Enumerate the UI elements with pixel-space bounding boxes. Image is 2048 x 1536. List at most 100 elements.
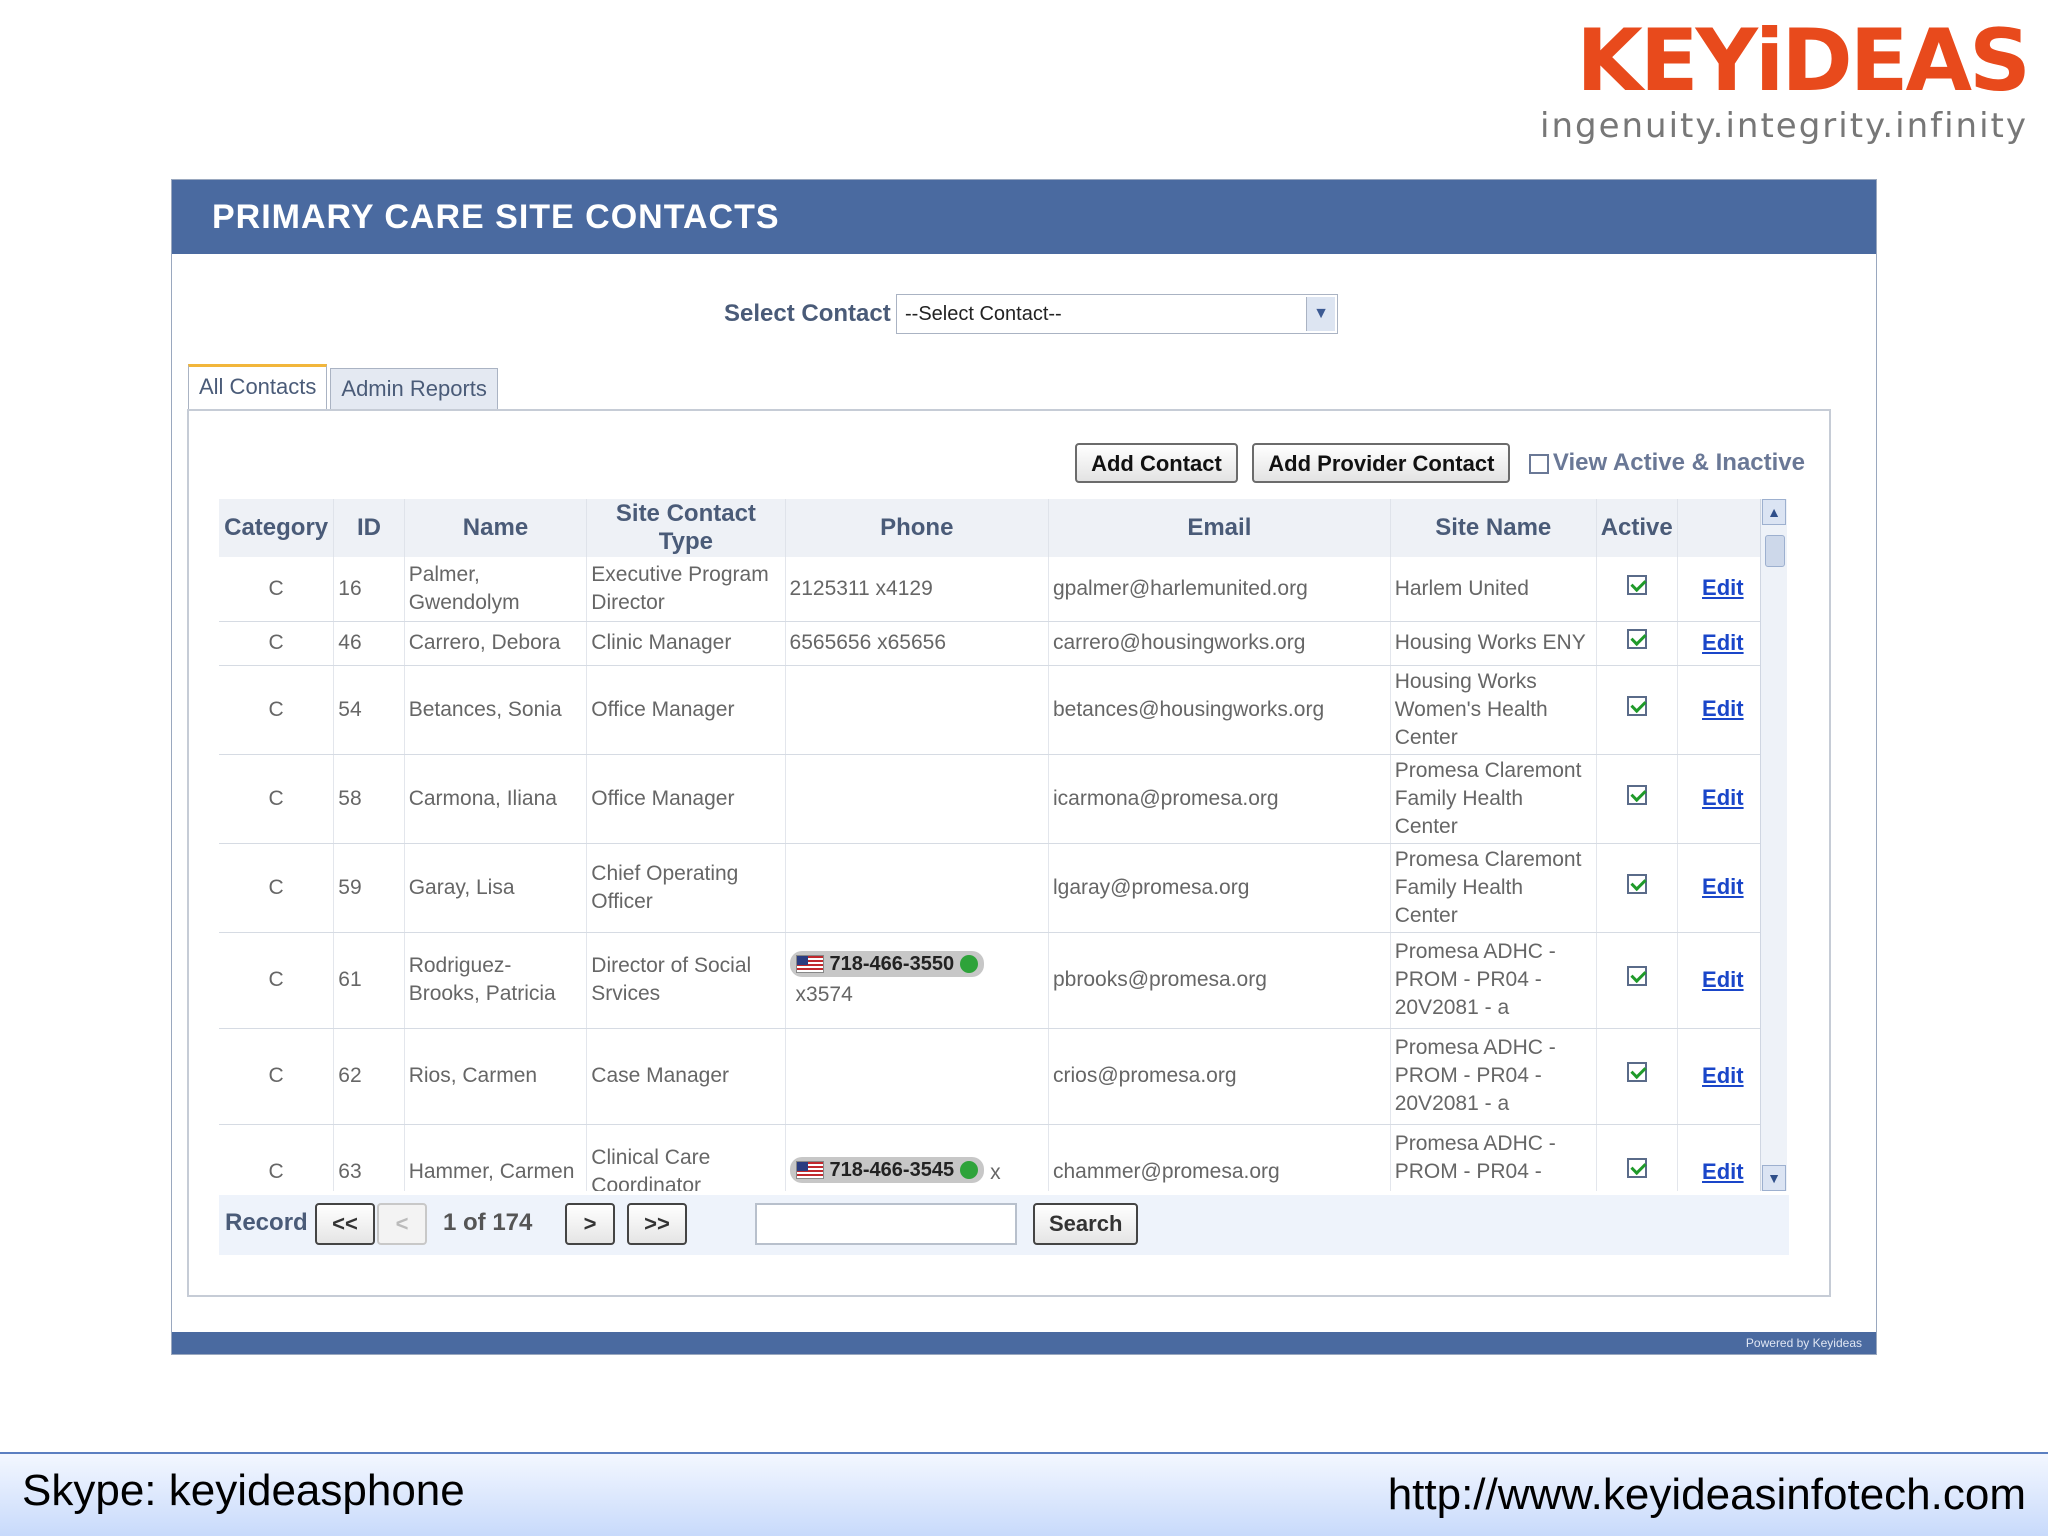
toolbar: Add Contact Add Provider Contact View Ac… bbox=[1065, 443, 1805, 487]
table-row[interactable]: C 59 Garay, Lisa Chief Operating Officer lga… bbox=[219, 843, 1770, 933]
cell-edit: Edit bbox=[1677, 1028, 1770, 1125]
edit-link[interactable]: Edit bbox=[1702, 575, 1744, 600]
add-contact-button[interactable]: Add Contact bbox=[1075, 443, 1238, 483]
cell-site-contact-type: Office Manager bbox=[586, 665, 786, 755]
col-header-id[interactable]: ID bbox=[333, 499, 405, 557]
slide-footer: Skype: keyideasphone http://www.keyideas… bbox=[0, 1452, 2048, 1536]
cell-id: 58 bbox=[333, 754, 405, 844]
cell-site-name: Promesa ADHC - PROM - PR04 - 20V2081 - a bbox=[1390, 932, 1597, 1029]
cell-active bbox=[1596, 843, 1678, 933]
tab-admin-reports[interactable]: Admin Reports bbox=[330, 368, 498, 409]
cell-id: 63 bbox=[333, 1124, 405, 1191]
edit-link[interactable]: Edit bbox=[1702, 1063, 1744, 1088]
cell-active bbox=[1596, 754, 1678, 844]
table-row[interactable]: C 54 Betances, Sonia Office Manager betances… bbox=[219, 665, 1770, 755]
pager-label: Record : bbox=[225, 1209, 323, 1236]
cell-phone bbox=[785, 754, 1049, 844]
cell-category: C bbox=[219, 843, 335, 933]
active-checkbox-icon[interactable] bbox=[1626, 574, 1647, 595]
col-header-phone[interactable]: Phone bbox=[785, 499, 1049, 557]
table-row[interactable]: C 58 Carmona, Iliana Office Manager icarmona… bbox=[219, 754, 1770, 844]
next-page-button[interactable]: > bbox=[565, 1203, 615, 1245]
edit-link[interactable]: Edit bbox=[1702, 630, 1744, 655]
active-checkbox-icon[interactable] bbox=[1626, 966, 1647, 986]
scroll-up-icon[interactable]: ▲ bbox=[1762, 499, 1786, 525]
active-checkbox-icon[interactable] bbox=[1626, 873, 1647, 894]
cell-id: 54 bbox=[333, 665, 405, 755]
edit-link[interactable]: Edit bbox=[1702, 874, 1744, 899]
phone-dial-chip[interactable]: 718-466-3550 bbox=[789, 951, 985, 977]
cell-site-contact-type: Clinical Care Coordinator bbox=[586, 1124, 786, 1191]
phone-number: 718-466-3545 bbox=[829, 1159, 955, 1181]
cell-id: 61 bbox=[333, 932, 405, 1029]
cell-name: Palmer, Gwendolym bbox=[404, 557, 588, 622]
table-row[interactable]: C 61 Rodriguez-Brooks, Patricia Director of… bbox=[219, 932, 1770, 1029]
col-header-category[interactable]: Category bbox=[219, 499, 335, 557]
active-checkbox-icon[interactable] bbox=[1626, 784, 1647, 805]
col-header-actions bbox=[1677, 499, 1770, 557]
search-input[interactable] bbox=[755, 1203, 1017, 1245]
col-header-site-contact-type[interactable]: Site Contact Type bbox=[586, 499, 786, 557]
cell-name: Hammer, Carmen bbox=[404, 1124, 588, 1191]
cell-category: C bbox=[219, 665, 335, 755]
record-count: 1 of 174 bbox=[443, 1209, 533, 1236]
checkbox-icon[interactable] bbox=[1528, 453, 1549, 474]
prev-page-button[interactable]: < bbox=[377, 1203, 427, 1245]
tab-all-contacts[interactable]: All Contacts bbox=[188, 364, 328, 409]
col-header-site-name[interactable]: Site Name bbox=[1390, 499, 1597, 557]
chevron-down-icon[interactable]: ▼ bbox=[1306, 297, 1335, 331]
contacts-table: Category ID Name Site Contact Type Phone… bbox=[219, 499, 1770, 1191]
active-checkbox-icon[interactable] bbox=[1626, 1062, 1647, 1082]
col-header-name[interactable]: Name bbox=[404, 499, 588, 557]
col-header-active[interactable]: Active bbox=[1596, 499, 1678, 557]
cell-phone bbox=[785, 1028, 1049, 1125]
cell-site-name: Promesa ADHC - PROM - PR04 - 20V2081 - a bbox=[1390, 1124, 1597, 1191]
cell-phone: 718-466-3550 x3574 bbox=[785, 932, 1049, 1029]
phone-dial-chip[interactable]: 718-466-3545 bbox=[789, 1157, 985, 1183]
select-contact-value: --Select Contact-- bbox=[905, 303, 1062, 325]
table-row[interactable]: C 62 Rios, Carmen Case Manager crios@promesa… bbox=[219, 1028, 1770, 1125]
active-checkbox-icon[interactable] bbox=[1626, 1158, 1647, 1178]
active-checkbox-icon[interactable] bbox=[1626, 629, 1647, 649]
cell-active bbox=[1596, 621, 1678, 666]
first-page-button[interactable]: << bbox=[315, 1203, 375, 1245]
col-header-email[interactable]: Email bbox=[1048, 499, 1391, 557]
cell-active bbox=[1596, 665, 1678, 755]
view-active-inactive-toggle[interactable]: View Active & Inactive bbox=[1528, 449, 1805, 477]
call-icon[interactable] bbox=[960, 955, 979, 973]
edit-link[interactable]: Edit bbox=[1702, 967, 1744, 992]
cell-edit: Edit bbox=[1677, 557, 1770, 622]
last-page-button[interactable]: >> bbox=[627, 1203, 687, 1245]
cell-email: carrero@housingworks.org bbox=[1048, 621, 1391, 666]
table-row[interactable]: C 63 Hammer, Carmen Clinical Care Coordinat… bbox=[219, 1124, 1770, 1191]
table-scrollbar[interactable]: ▲ ▼ bbox=[1760, 499, 1787, 1191]
table-row[interactable]: C 46 Carrero, Debora Clinic Manager 6565656 … bbox=[219, 621, 1770, 666]
select-contact-dropdown[interactable]: --Select Contact-- ▼ bbox=[896, 294, 1338, 334]
cell-email: betances@housingworks.org bbox=[1048, 665, 1391, 755]
phone-extension: x3574 bbox=[795, 983, 853, 1006]
add-provider-contact-button[interactable]: Add Provider Contact bbox=[1252, 443, 1511, 483]
cell-active bbox=[1596, 557, 1678, 622]
cell-category: C bbox=[219, 1124, 335, 1191]
cell-category: C bbox=[219, 1028, 335, 1125]
cell-phone bbox=[785, 843, 1049, 933]
cell-phone: 6565656 x65656 bbox=[785, 621, 1049, 666]
edit-link[interactable]: Edit bbox=[1702, 696, 1744, 721]
cell-site-name: Promesa Claremont Family Health Center bbox=[1390, 843, 1597, 933]
search-button[interactable]: Search bbox=[1033, 1203, 1139, 1245]
cell-email: gpalmer@harlemunited.org bbox=[1048, 557, 1391, 622]
website-url[interactable]: http://www.keyideasinfotech.com bbox=[1388, 1470, 2026, 1520]
active-checkbox-icon[interactable] bbox=[1626, 695, 1647, 716]
edit-link[interactable]: Edit bbox=[1702, 1159, 1744, 1184]
scroll-down-icon[interactable]: ▼ bbox=[1762, 1165, 1786, 1191]
cell-edit: Edit bbox=[1677, 621, 1770, 666]
table-row[interactable]: C 16 Palmer, Gwendolym Executive Program Di… bbox=[219, 557, 1770, 622]
edit-link[interactable]: Edit bbox=[1702, 785, 1744, 810]
cell-id: 46 bbox=[333, 621, 405, 666]
scroll-thumb[interactable] bbox=[1765, 535, 1785, 567]
logo-wordmark: KEYiDEAS bbox=[1576, 11, 2031, 111]
call-icon[interactable] bbox=[960, 1161, 979, 1179]
cell-name: Carmona, Iliana bbox=[404, 754, 588, 844]
cell-site-contact-type: Clinic Manager bbox=[586, 621, 786, 666]
cell-edit: Edit bbox=[1677, 1124, 1770, 1191]
